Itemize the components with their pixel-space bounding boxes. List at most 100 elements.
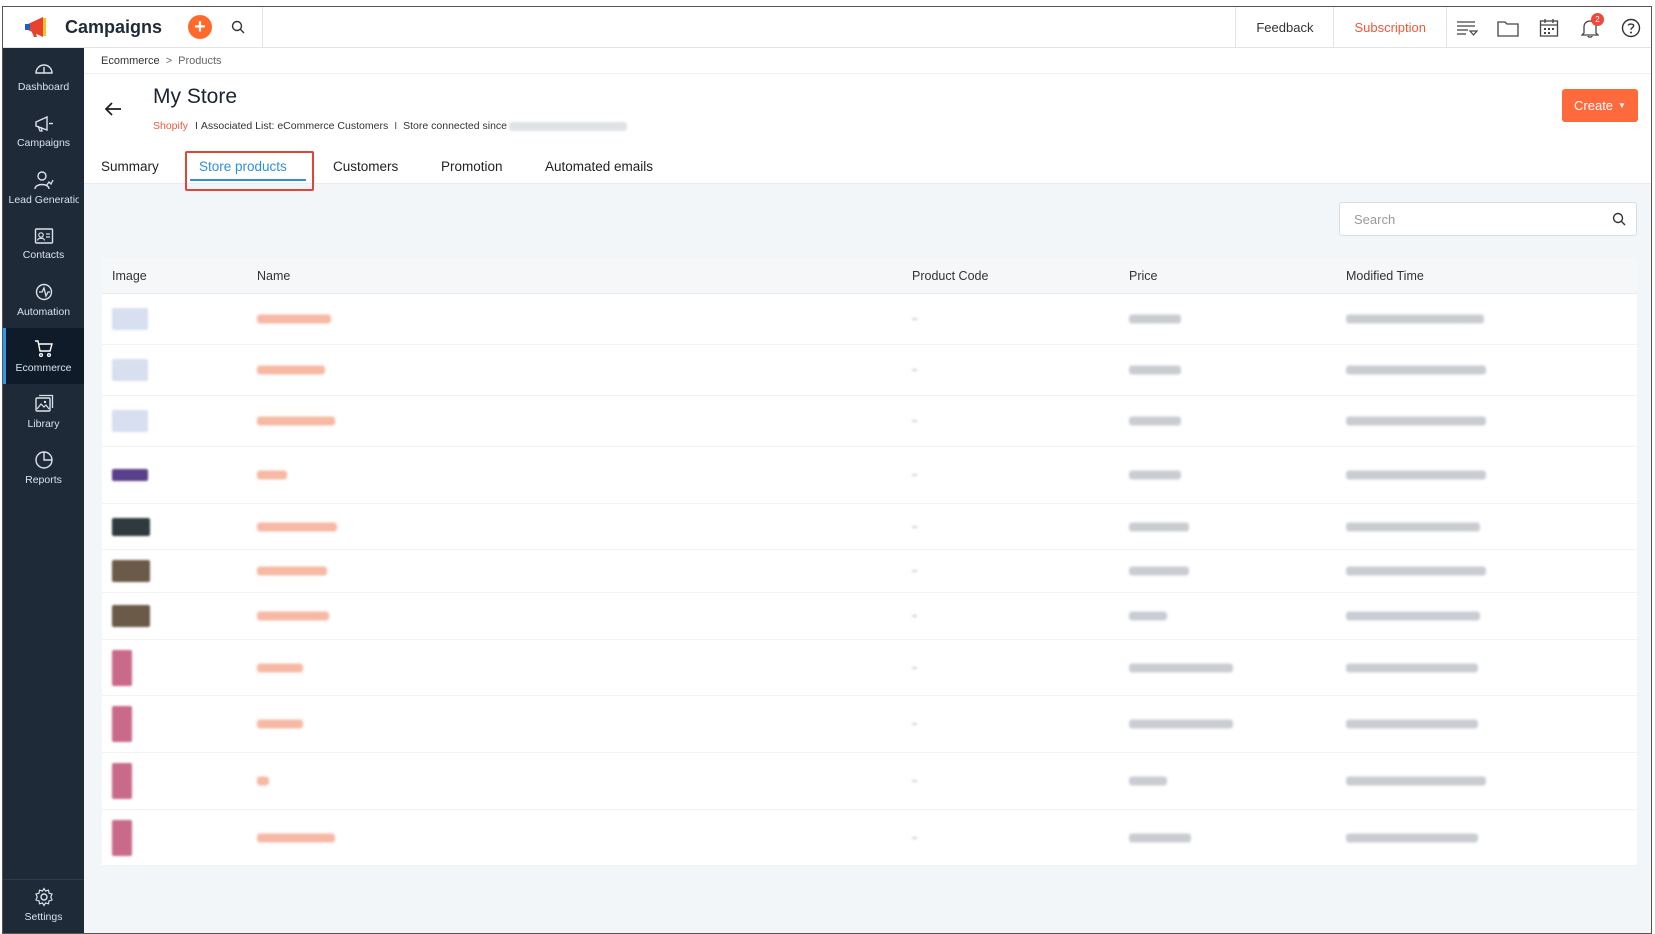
cart-icon xyxy=(34,340,53,358)
product-name-redacted[interactable] xyxy=(257,663,303,672)
product-name-redacted[interactable] xyxy=(257,719,303,729)
column-header-image[interactable]: Image xyxy=(112,269,147,283)
create-button[interactable]: Create ▼ xyxy=(1562,89,1638,122)
price-redacted xyxy=(1129,719,1233,729)
tab-promotion[interactable]: Promotion xyxy=(441,148,503,184)
tab-automated-emails[interactable]: Automated emails xyxy=(545,148,653,184)
sidebar-item-settings[interactable]: Settings xyxy=(3,879,84,929)
product-name-redacted[interactable] xyxy=(257,833,335,842)
table-row[interactable] xyxy=(102,447,1637,504)
product-name-redacted[interactable] xyxy=(257,776,269,786)
contacts-icon xyxy=(34,228,53,244)
product-name-redacted[interactable] xyxy=(257,611,329,621)
product-thumbnail xyxy=(112,469,148,481)
column-header-name[interactable]: Name xyxy=(257,269,290,283)
sidebar-item-dashboard[interactable]: Dashboard xyxy=(3,48,84,104)
product-code-redacted xyxy=(912,615,917,617)
product-code-redacted xyxy=(912,570,917,572)
dashboard-icon xyxy=(34,64,53,74)
modified-time-redacted xyxy=(1346,416,1486,426)
product-code-redacted xyxy=(912,474,917,476)
table-row[interactable] xyxy=(102,696,1637,753)
product-name-redacted[interactable] xyxy=(257,416,335,426)
connected-since-label: Store connected since xyxy=(403,120,508,132)
modified-time-redacted xyxy=(1346,522,1480,531)
tab-bar: Summary Store products Customers Promoti… xyxy=(84,148,1651,184)
product-name-redacted[interactable] xyxy=(257,314,331,324)
top-bar: Campaigns + Feedback Subscription 2 xyxy=(3,7,1651,48)
modified-time-redacted xyxy=(1346,365,1486,375)
breadcrumb: Ecommerce > Products xyxy=(84,48,1651,74)
breadcrumb-parent[interactable]: Ecommerce xyxy=(101,55,160,67)
column-header-product-code[interactable]: Product Code xyxy=(912,269,988,283)
table-row[interactable] xyxy=(102,550,1637,593)
price-redacted xyxy=(1129,776,1167,786)
product-thumbnail xyxy=(112,308,148,330)
app-window: Campaigns + Feedback Subscription 2 Dash… xyxy=(2,6,1652,934)
sidebar-item-lead-generation[interactable]: Lead Generation xyxy=(3,160,84,216)
product-name-redacted[interactable] xyxy=(257,365,325,375)
modified-time-redacted xyxy=(1346,776,1486,786)
table-row[interactable] xyxy=(102,294,1637,345)
help-icon[interactable] xyxy=(1610,7,1651,48)
column-header-price[interactable]: Price xyxy=(1129,269,1157,283)
table-row[interactable] xyxy=(102,504,1637,550)
lead-gen-icon xyxy=(33,171,54,190)
product-code-redacted xyxy=(912,318,917,320)
table-row[interactable] xyxy=(102,810,1637,866)
table-row[interactable] xyxy=(102,396,1637,447)
product-code-redacted xyxy=(912,780,917,782)
associated-list: Associated List: eCommerce Customers xyxy=(200,120,389,132)
sidebar-item-automation[interactable]: Automation xyxy=(3,272,84,328)
sidebar-label: Reports xyxy=(25,474,62,486)
divider xyxy=(262,7,263,48)
caret-down-icon: ▼ xyxy=(1618,101,1626,110)
sidebar-item-reports[interactable]: Reports xyxy=(3,440,84,496)
search-input[interactable] xyxy=(1340,203,1590,235)
sidebar-item-ecommerce[interactable]: Ecommerce xyxy=(3,328,84,384)
table-header: Image Name Product Code Price Modified T… xyxy=(102,258,1637,294)
quick-add-button[interactable]: + xyxy=(188,15,212,39)
list-filter-icon[interactable] xyxy=(1446,7,1487,48)
sidebar-item-library[interactable]: Library xyxy=(3,384,84,440)
column-header-modified-time[interactable]: Modified Time xyxy=(1346,269,1424,283)
table-row[interactable] xyxy=(102,345,1637,396)
product-thumbnail xyxy=(112,649,132,686)
megaphone-logo-icon xyxy=(25,17,46,37)
search-icon[interactable] xyxy=(1612,212,1626,226)
price-redacted xyxy=(1129,365,1181,375)
folder-icon[interactable] xyxy=(1487,7,1528,48)
calendar-icon[interactable] xyxy=(1528,7,1569,48)
price-redacted xyxy=(1129,522,1189,531)
product-name-redacted[interactable] xyxy=(257,470,287,480)
tab-summary[interactable]: Summary xyxy=(101,148,159,184)
table-row[interactable] xyxy=(102,753,1637,810)
page-title: My Store xyxy=(153,85,238,108)
product-thumbnail xyxy=(112,410,148,432)
product-thumbnail xyxy=(112,560,150,582)
back-arrow-icon[interactable] xyxy=(104,102,122,116)
feedback-link[interactable]: Feedback xyxy=(1235,7,1333,48)
tab-customers[interactable]: Customers xyxy=(333,148,398,184)
modified-time-redacted xyxy=(1346,719,1478,729)
subscription-link[interactable]: Subscription xyxy=(1333,7,1446,48)
product-code-redacted xyxy=(912,723,917,725)
active-tab-indicator xyxy=(190,179,306,181)
store-header: My Store Shopify I Associated List: eCom… xyxy=(84,74,1651,148)
product-name-redacted[interactable] xyxy=(257,566,327,576)
sidebar-item-campaigns[interactable]: Campaigns xyxy=(3,104,84,160)
price-redacted xyxy=(1129,611,1167,621)
sidebar-label: Automation xyxy=(16,306,71,318)
table-row[interactable] xyxy=(102,593,1637,640)
product-name-redacted[interactable] xyxy=(257,522,337,531)
price-redacted xyxy=(1129,470,1181,480)
table-row[interactable] xyxy=(102,640,1637,696)
search-field[interactable] xyxy=(1339,202,1637,236)
sidebar-item-contacts[interactable]: Contacts xyxy=(3,216,84,272)
store-platform[interactable]: Shopify xyxy=(153,120,188,132)
modified-time-redacted xyxy=(1346,663,1478,672)
price-redacted xyxy=(1129,566,1189,576)
bell-icon[interactable]: 2 xyxy=(1569,7,1610,48)
search-icon[interactable] xyxy=(228,17,248,37)
sidebar-label: Contacts xyxy=(22,249,65,261)
